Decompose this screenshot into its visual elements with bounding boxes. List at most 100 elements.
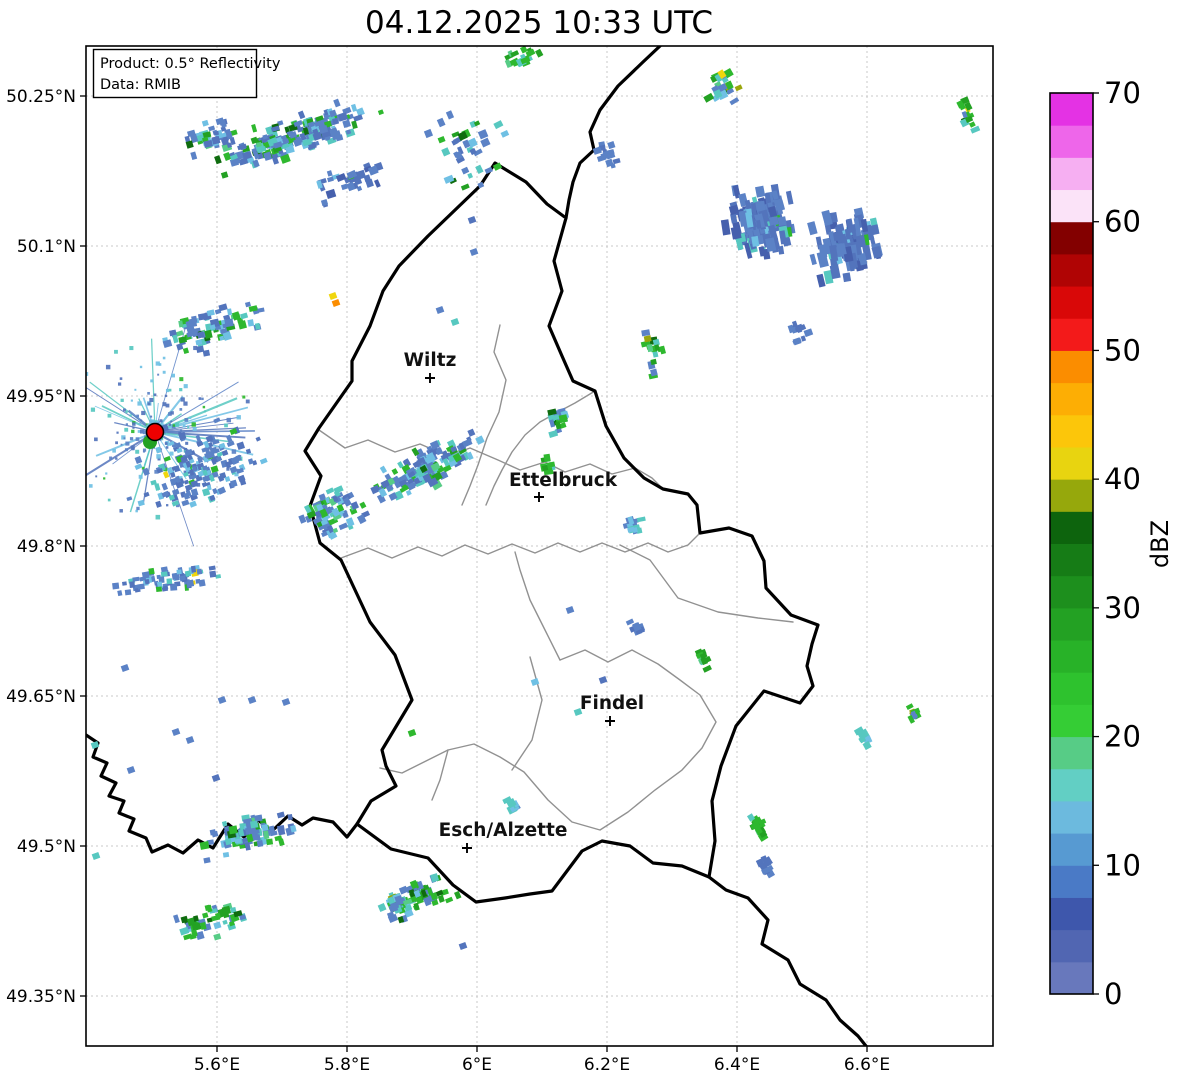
clutter-speckle (108, 499, 111, 502)
colorbar-segment (1050, 897, 1093, 930)
x-tick-label: 6°E (462, 1055, 492, 1075)
echo-cell (770, 216, 779, 225)
clutter-speckle (141, 411, 145, 415)
echo-cell (209, 571, 216, 578)
colorbar-tick-label: 70 (1104, 76, 1141, 110)
clutter-speckle (115, 441, 118, 444)
clutter-speckle (114, 350, 118, 354)
clutter-speckle (81, 439, 84, 442)
clutter-speckle (147, 392, 150, 395)
echo-cell (197, 569, 203, 575)
clutter-speckle (171, 374, 175, 378)
colorbar-segment (1050, 640, 1093, 673)
clutter-speckle (204, 410, 206, 412)
echo-cell (266, 839, 273, 846)
info-data-line: Data: RMIB (100, 77, 181, 93)
echo-cell (288, 814, 293, 820)
clutter-speckle (121, 444, 123, 446)
clutter-speckle (149, 398, 153, 402)
echo-cell (185, 570, 191, 577)
colorbar-segment (1050, 350, 1093, 383)
clutter-speckle (135, 450, 139, 454)
colorbar-segment (1050, 479, 1093, 512)
clutter-speckle (124, 437, 126, 439)
clutter-spoke (163, 431, 255, 432)
colorbar-segment (1050, 222, 1093, 255)
colorbar-segment (1050, 157, 1093, 190)
clutter-speckle (95, 475, 97, 477)
clutter-speckle (173, 424, 176, 427)
clutter-speckle (180, 430, 182, 432)
info-product-line: Product: 0.5° Reflectivity (100, 56, 281, 72)
clutter-speckle (106, 365, 110, 369)
x-tick-label: 6.2°E (584, 1055, 630, 1075)
colorbar-segment (1050, 608, 1093, 641)
echo-cell (191, 566, 196, 573)
clutter-speckle (232, 449, 236, 453)
colorbar-segment (1050, 286, 1093, 319)
clutter-speckle (116, 432, 118, 434)
clutter-speckle (224, 424, 228, 428)
clutter-speckle (132, 422, 135, 425)
clutter-speckle (189, 416, 191, 418)
clutter-speckle (179, 377, 183, 381)
echo-cell (142, 571, 150, 578)
echo-cell (156, 586, 162, 591)
colorbar-segment (1050, 737, 1093, 770)
clutter-speckle (140, 419, 142, 421)
colorbar-segment (1050, 190, 1093, 223)
colorbar-segment (1050, 415, 1093, 448)
clutter-speckle (103, 477, 105, 479)
colorbar-segment (1050, 544, 1093, 577)
clutter-speckle (61, 440, 63, 442)
colorbar-segment (1050, 865, 1093, 898)
echo-cell (223, 852, 229, 858)
clutter-speckle (187, 427, 189, 429)
clutter-speckle (118, 382, 121, 385)
clutter-speckle (130, 437, 133, 440)
colorbar-unit-label: dBZ (1146, 520, 1174, 568)
radar-site-dot (147, 424, 164, 441)
colorbar-segment (1050, 672, 1093, 705)
clutter-speckle (89, 484, 93, 488)
clutter-speckle (137, 401, 141, 405)
clutter-speckle (134, 389, 136, 391)
clutter-speckle (163, 371, 166, 374)
x-tick-label: 5.8°E (324, 1055, 370, 1075)
echo-cell (122, 581, 127, 585)
echo-cell (559, 414, 568, 423)
colorbar-ticks: 010203040506070 (1093, 76, 1141, 1011)
clutter-speckle (175, 423, 179, 427)
clutter-speckle (124, 428, 128, 432)
colorbar-segment (1050, 833, 1093, 866)
clutter-speckle (166, 504, 168, 506)
clutter-speckle (115, 457, 117, 459)
colorbar-segment (1050, 704, 1093, 737)
clutter-speckle (125, 448, 128, 451)
clutter-speckle (169, 389, 172, 392)
y-tick-label: 50.1°N (17, 237, 76, 257)
clutter-speckle (136, 415, 139, 418)
echo-cell (224, 319, 233, 328)
clutter-speckle (156, 454, 161, 459)
clutter-speckle (94, 437, 98, 441)
clutter-speckle (156, 515, 161, 520)
clutter-speckle (120, 377, 123, 380)
colorbar-tick-label: 50 (1104, 333, 1141, 367)
colorbar-segment (1050, 125, 1093, 158)
clutter-speckle (139, 475, 143, 479)
x-tick-label: 6.4°E (714, 1055, 760, 1075)
echo-cell (186, 580, 194, 588)
colorbar-segment (1050, 576, 1093, 609)
echo-cell (125, 589, 132, 595)
clutter-speckle (179, 388, 182, 391)
clutter-speckle (131, 400, 133, 402)
clutter-speckle (154, 393, 157, 396)
echo-cell (261, 824, 268, 831)
clutter-speckle (132, 427, 134, 429)
clutter-speckle (147, 402, 150, 405)
y-tick-label: 49.95°N (6, 387, 76, 407)
echo-cell (172, 573, 177, 579)
colorbar-segment (1050, 930, 1093, 963)
clutter-speckle (166, 446, 169, 449)
